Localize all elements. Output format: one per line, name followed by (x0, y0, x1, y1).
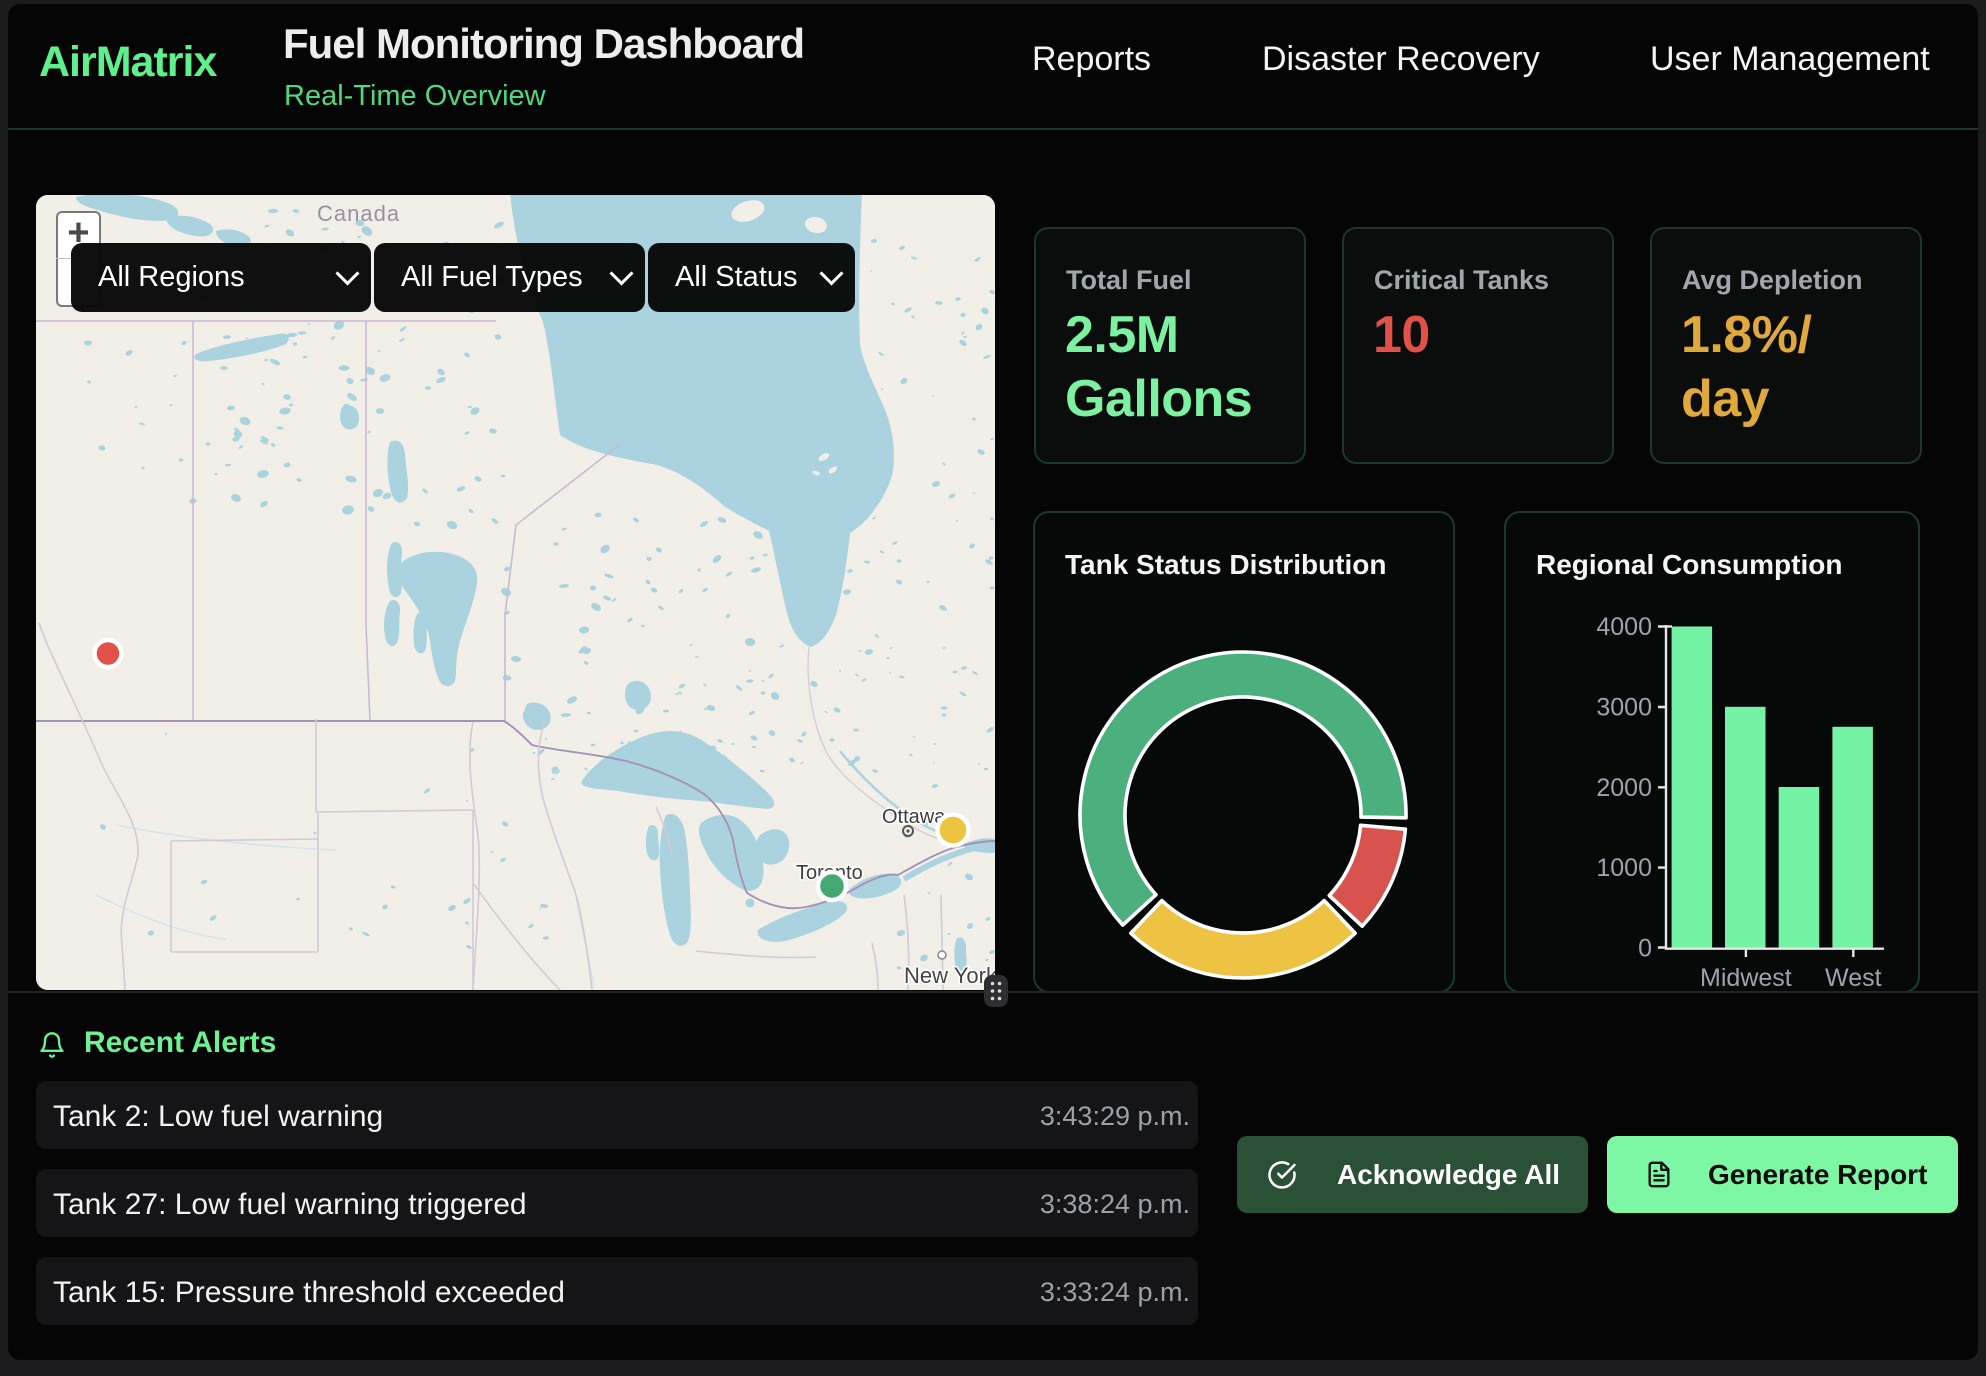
svg-text:1000: 1000 (1596, 854, 1652, 882)
svg-text:2000: 2000 (1596, 774, 1652, 802)
svg-text:4000: 4000 (1596, 613, 1652, 641)
svg-text:New York: New York (904, 963, 995, 988)
svg-text:0: 0 (1638, 934, 1652, 962)
svg-text:West: West (1825, 964, 1882, 992)
svg-text:Midwest: Midwest (1700, 964, 1792, 992)
svg-text:Canada: Canada (317, 201, 400, 226)
svg-text:3000: 3000 (1596, 694, 1652, 722)
